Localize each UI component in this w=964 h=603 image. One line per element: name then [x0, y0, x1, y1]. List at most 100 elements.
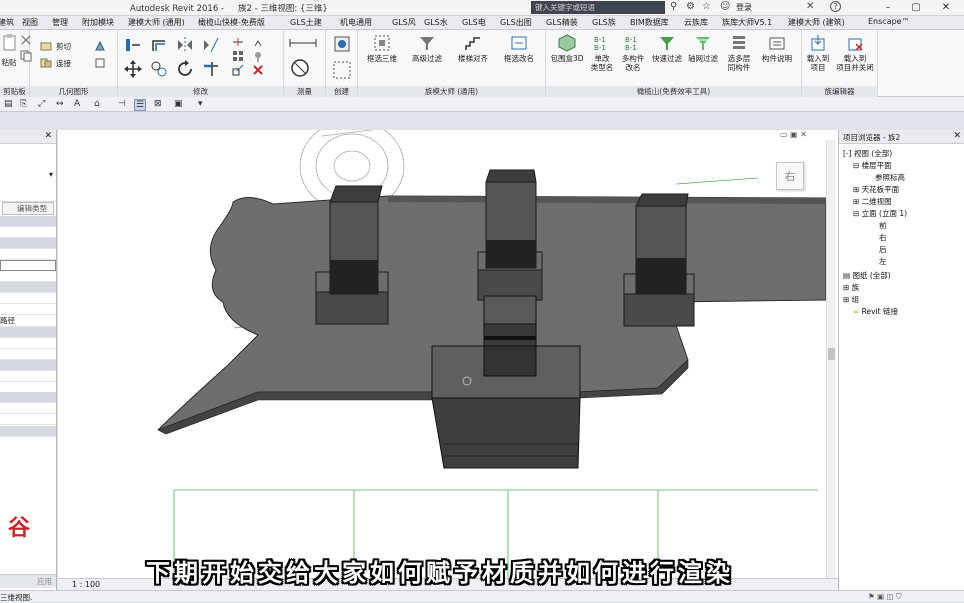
dimension-small-icon[interactable]: ↔: [56, 99, 64, 109]
tab-family-master[interactable]: 族库大师V5.1: [722, 17, 772, 28]
prop-row[interactable]: [0, 249, 56, 260]
tab-addins[interactable]: 附加模块: [82, 17, 114, 28]
tree-front[interactable]: 前: [879, 220, 887, 231]
text-small-icon[interactable]: A: [74, 99, 80, 109]
scroll-thumb[interactable]: [828, 348, 835, 360]
aligned-dimension-icon[interactable]: [288, 36, 318, 50]
box-rename-button[interactable]: 框选改名: [498, 34, 540, 63]
exchange-icon[interactable]: ✕: [806, 1, 814, 12]
3d-model-view[interactable]: [58, 130, 838, 578]
search-input[interactable]: 键入关键字或短语: [531, 1, 665, 14]
tab-gls-civil[interactable]: GLS土建: [290, 17, 322, 28]
close-hidden-icon[interactable]: ⊠: [154, 99, 162, 109]
box-select-3d-button[interactable]: 框选三维: [362, 34, 402, 63]
tab-gls-fast[interactable]: 橄榄山快模-免费版: [198, 17, 265, 28]
section-icon[interactable]: ⊣: [118, 99, 126, 109]
advanced-filter-button[interactable]: 高级过滤: [406, 34, 448, 63]
subscription-icon[interactable]: ⚙: [686, 1, 695, 12]
component-note-button[interactable]: 构件说明: [758, 34, 796, 63]
browser-close-icon[interactable]: ✕: [953, 131, 961, 141]
prop-row[interactable]: [0, 293, 56, 304]
measure-icon[interactable]: [290, 58, 310, 78]
edit-type-button[interactable]: 编辑类型: [2, 202, 54, 215]
join-geometry-icon[interactable]: [40, 57, 52, 69]
tree-sheets[interactable]: ▤ 图纸 (全部): [843, 270, 891, 281]
binoculars-icon[interactable]: ⚲: [670, 1, 677, 12]
align-icon[interactable]: [124, 36, 142, 54]
properties-close-icon[interactable]: ✕: [44, 131, 52, 141]
cut-geometry-label[interactable]: 剪切: [56, 42, 71, 51]
star-icon[interactable]: ☆: [702, 1, 711, 12]
status-icons[interactable]: ⚑ ▣ ◫ ⛉: [868, 592, 902, 602]
tab-gls-decor[interactable]: GLS精装: [546, 17, 578, 28]
prop-row[interactable]: [0, 403, 56, 414]
tab-bim-db[interactable]: BIM数据库: [630, 17, 669, 28]
prop-row-selected[interactable]: [0, 260, 56, 271]
tab-manage[interactable]: 管理: [52, 17, 68, 28]
prop-row[interactable]: [0, 227, 56, 238]
group-icon[interactable]: [332, 60, 352, 80]
load-into-project-button[interactable]: 载入到 项目: [804, 34, 832, 72]
tree-ref-level[interactable]: 参照标高: [875, 172, 905, 183]
prop-row[interactable]: [0, 304, 56, 315]
prop-row[interactable]: [0, 414, 56, 425]
pin-icon[interactable]: [252, 50, 264, 62]
mirror-draw-icon[interactable]: [202, 36, 220, 54]
tree-back[interactable]: 后: [879, 244, 887, 255]
trim-icon[interactable]: [202, 60, 220, 78]
paste-icon[interactable]: [3, 34, 17, 52]
apply-button[interactable]: 应用: [0, 574, 56, 588]
join-geometry-label[interactable]: 连接: [56, 59, 71, 68]
customize-qa-icon[interactable]: ▾: [198, 99, 203, 109]
split-face-icon[interactable]: [94, 57, 106, 69]
login-button[interactable]: 登录: [736, 2, 752, 13]
tree-views[interactable]: [-] 视图 (全部): [843, 148, 892, 159]
tab-gls-hvac[interactable]: GLS风: [392, 17, 416, 28]
copy-small-icon[interactable]: ⎘: [20, 99, 27, 109]
tab-cloud-lib[interactable]: 云族库: [684, 17, 708, 28]
void-icon[interactable]: [94, 40, 106, 52]
move-icon[interactable]: [124, 60, 142, 78]
tab-jmds-general[interactable]: 建模大师 (通用): [128, 17, 185, 28]
tree-right[interactable]: 右: [879, 232, 887, 243]
viewport-controls[interactable]: ▭ ▣ ✕: [780, 130, 807, 139]
tab-gls-water[interactable]: GLS水: [424, 17, 448, 28]
tree-ceiling-plans[interactable]: ⊞ 天花板平面: [853, 184, 899, 195]
tree-left[interactable]: 左: [879, 256, 887, 267]
tab-mep[interactable]: 机电通用: [340, 17, 372, 28]
bbox-3d-button[interactable]: 包围盒3D: [548, 34, 586, 63]
tree-2d-views[interactable]: ⊞ 二维视图: [853, 196, 892, 207]
tab-gls-family[interactable]: GLS族: [592, 17, 616, 28]
paste-small-icon[interactable]: ▤: [4, 99, 13, 109]
tab-enscape[interactable]: Enscape™: [868, 17, 910, 26]
rename-type-button[interactable]: B-1 B-1 单改 类型名: [588, 34, 616, 72]
scale-icon[interactable]: [232, 64, 244, 76]
split-icon[interactable]: [232, 36, 244, 48]
mirror-axis-icon[interactable]: [176, 36, 194, 54]
tab-architecture[interactable]: 建筑: [0, 17, 14, 28]
tree-elevations[interactable]: ⊟ 立面 (立面 1): [853, 208, 907, 219]
tab-jmds-arch[interactable]: 建模大师 (建筑): [788, 17, 845, 28]
maximize-button[interactable]: ▢: [905, 0, 927, 15]
prop-row[interactable]: [0, 271, 56, 282]
load-and-close-button[interactable]: 载入到 项目并关闭: [834, 34, 876, 72]
tree-floor-plans[interactable]: ⊟ 楼层平面: [853, 160, 892, 171]
3d-viewport[interactable]: 右 ▭ ▣ ✕: [58, 130, 838, 590]
array-icon[interactable]: [232, 50, 244, 62]
viewcube[interactable]: 右: [776, 162, 804, 190]
multi-rename-button[interactable]: B-1 B-1 多构件 改名: [618, 34, 648, 72]
offset-icon[interactable]: [150, 36, 168, 54]
tab-gls-drawing[interactable]: GLS出图: [500, 17, 532, 28]
rotate-icon[interactable]: [176, 60, 194, 78]
tab-view[interactable]: 视图: [22, 17, 38, 28]
user-icon[interactable]: ☺: [720, 1, 730, 12]
prop-row[interactable]: [0, 338, 56, 349]
switch-windows-icon[interactable]: ▣: [174, 99, 183, 109]
grid-filter-button[interactable]: 轴网过滤: [686, 34, 720, 63]
tab-gls-elec[interactable]: GLS电: [462, 17, 486, 28]
tree-groups[interactable]: ⊞ 组: [843, 294, 859, 305]
default-3d-icon[interactable]: ⌂: [94, 99, 100, 109]
thin-lines-icon[interactable]: ☰: [134, 99, 147, 111]
prop-row-path[interactable]: 路径: [0, 316, 56, 327]
quick-filter-button[interactable]: 快速过滤: [650, 34, 684, 63]
